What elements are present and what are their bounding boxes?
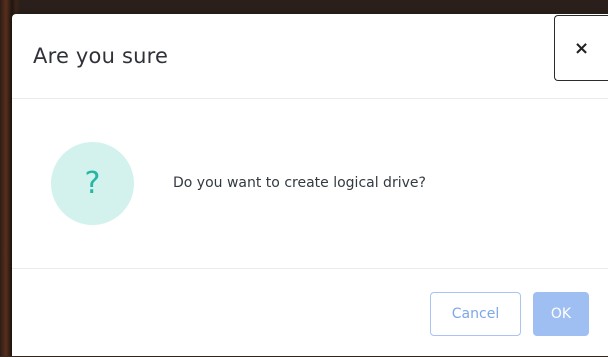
question-glyph: ? [84, 166, 101, 201]
dialog-header: Are you sure [12, 14, 608, 99]
dialog-body: ? Do you want to create logical drive? [12, 99, 608, 267]
confirm-dialog: Are you sure × ? Do you want to create l… [12, 14, 608, 356]
close-button[interactable]: × [554, 15, 608, 81]
dialog-footer: Cancel OK [12, 268, 608, 357]
cancel-button[interactable]: Cancel [430, 292, 521, 336]
dialog-message: Do you want to create logical drive? [173, 175, 426, 191]
dialog-title: Are you sure [33, 44, 169, 68]
close-icon: × [573, 37, 590, 59]
question-icon: ? [51, 142, 134, 225]
ok-button[interactable]: OK [533, 292, 589, 336]
